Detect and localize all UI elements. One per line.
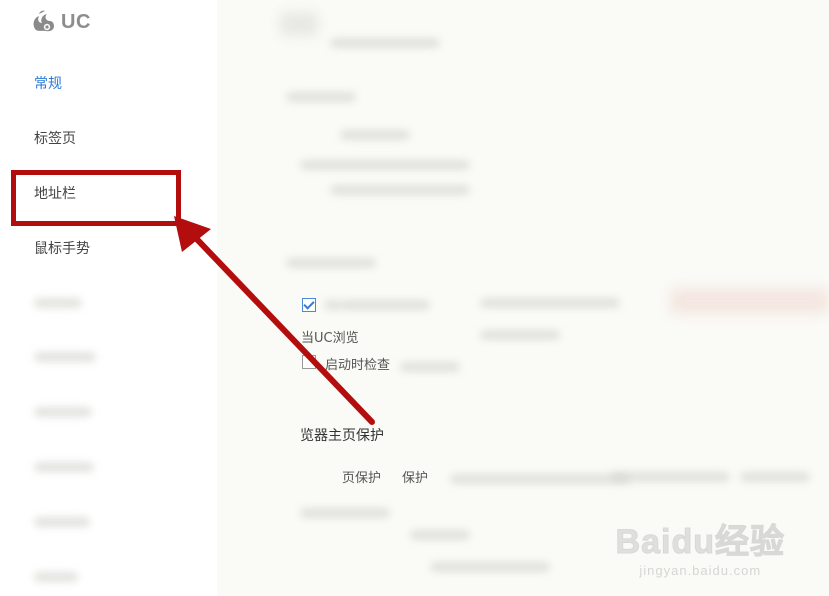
blurred-sidebar-item: [34, 298, 82, 308]
blurred-text: [330, 38, 440, 48]
blurred-text: [740, 472, 810, 482]
settings-sidebar: UC 常规 标签页 地址栏 鼠标手势: [0, 0, 217, 596]
blurred-text: [610, 472, 730, 482]
blurred-text: [324, 300, 342, 310]
when-uc-browser-text: 当UC浏览: [301, 331, 359, 346]
blurred-text: [340, 300, 430, 310]
default-browser-checkbox[interactable]: [302, 298, 316, 312]
sidebar-item-mouse-gestures[interactable]: 鼠标手势: [34, 238, 90, 258]
sidebar-item-general[interactable]: 常规: [34, 73, 62, 93]
blurred-text: [330, 185, 470, 195]
sidebar-item-tabs[interactable]: 标签页: [34, 128, 76, 148]
blurred-sidebar-item: [34, 517, 90, 527]
blurred-text: [450, 474, 630, 484]
uc-logo: UC: [30, 8, 91, 36]
startup-check-label: 启动时检查: [325, 358, 391, 373]
blurred-text: [300, 508, 390, 518]
blurred-section-heading: [286, 92, 356, 102]
blurred-text: [480, 298, 620, 308]
blurred-page-title: [280, 12, 318, 36]
blurred-sidebar-item: [34, 462, 94, 472]
homepage-protection-heading: 览器主页保护: [300, 428, 384, 444]
watermark-main-text: Baidu经验: [615, 523, 785, 562]
blurred-text: [400, 362, 460, 372]
homepage-protection-label: 页保护: [342, 471, 382, 486]
blurred-sidebar-item: [34, 407, 92, 417]
squirrel-logo-icon: [33, 10, 54, 32]
startup-check-checkbox[interactable]: [302, 355, 316, 369]
annotation-highlight-box: [11, 170, 181, 226]
blurred-text: [300, 160, 470, 170]
protect-prefix-text: 保护: [402, 471, 429, 486]
logo-text: UC: [61, 10, 91, 33]
blurred-text: [340, 130, 410, 140]
blurred-text: [430, 562, 550, 572]
blurred-sidebar-item: [34, 572, 78, 582]
blurred-text: [410, 530, 470, 540]
baidu-watermark: Baidu经验 jingyan.baidu.com: [615, 514, 785, 579]
watermark-sub-text: jingyan.baidu.com: [639, 563, 762, 578]
blurred-sidebar-item: [34, 352, 96, 362]
blurred-action-link: [670, 288, 829, 314]
blurred-section-heading: [286, 258, 376, 268]
blurred-text: [480, 330, 560, 340]
